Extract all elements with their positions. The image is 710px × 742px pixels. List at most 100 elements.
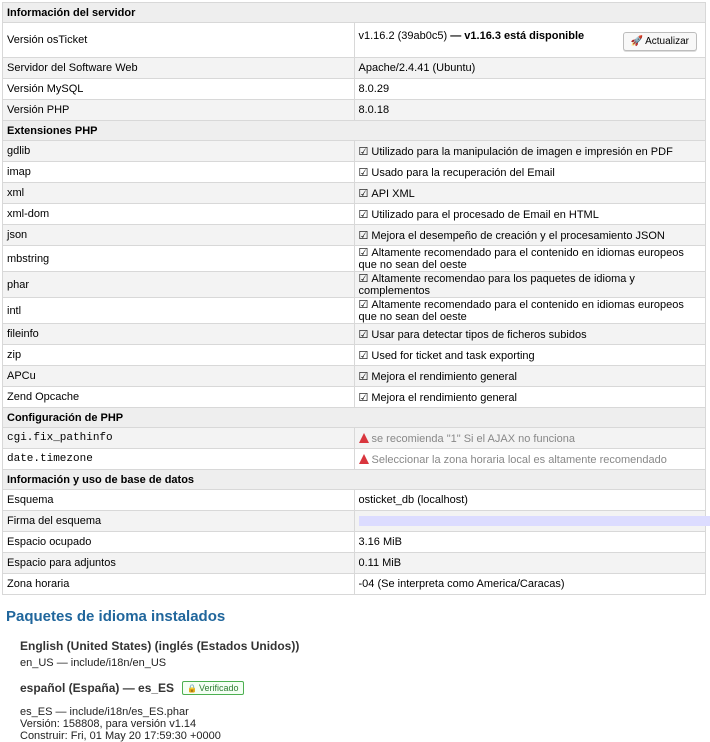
label-schema-signature: Firma del esquema <box>3 511 355 532</box>
label-timezone: Zona horaria <box>3 574 355 595</box>
section-server-heading: Información del servidor <box>3 3 706 23</box>
extension-description-text: API XML <box>371 188 414 200</box>
language-pack-en-us: English (United States) (inglés (Estados… <box>20 639 708 669</box>
checkbox-checked-icon: ☑ <box>359 145 369 158</box>
extension-row: phar☑Altamente recomendao para los paque… <box>3 272 706 298</box>
extension-description: ☑API XML <box>354 183 706 204</box>
label-mysql-version: Versión MySQL <box>3 79 355 100</box>
row-schema: Esquema osticket_db (localhost) <box>3 490 706 511</box>
extension-description: ☑Usar para detectar tipos de ficheros su… <box>354 324 706 345</box>
language-pack-build: Construir: Fri, 01 May 20 17:59:30 +0000 <box>20 730 708 742</box>
extension-name: xml <box>3 183 355 204</box>
extension-description-text: Altamente recomendado para el contenido … <box>359 247 684 271</box>
extension-description: ☑Usado para la recuperación del Email <box>354 162 706 183</box>
value-schema-signature <box>354 511 706 532</box>
extension-description-text: Utilizado para el procesado de Email en … <box>371 209 598 221</box>
extension-name: xml-dom <box>3 204 355 225</box>
extension-row: imap☑Usado para la recuperación del Emai… <box>3 162 706 183</box>
php-config-recommendation: se recomienda "1" Si el AJAX no funciona <box>354 428 706 449</box>
osticket-version-text: v1.16.2 (39ab0c5) <box>359 30 448 42</box>
extension-name: json <box>3 225 355 246</box>
extension-name: APCu <box>3 366 355 387</box>
extension-description-text: Altamente recomendado para el contenido … <box>359 299 684 323</box>
update-available-text: — v1.16.3 está disponible <box>447 30 584 42</box>
php-config-row: cgi.fix_pathinfo se recomienda "1" Si el … <box>3 428 706 449</box>
extension-description-text: Mejora el rendimiento general <box>371 371 517 383</box>
extension-description: ☑Altamente recomendado para el contenido… <box>354 246 706 272</box>
extension-name: gdlib <box>3 141 355 162</box>
label-php-version: Versión PHP <box>3 100 355 121</box>
extension-description: ☑Mejora el rendimiento general <box>354 387 706 408</box>
extension-description: ☑Utilizado para la manipulación de image… <box>354 141 706 162</box>
extension-description: ☑Altamente recomendado para el contenido… <box>354 298 706 324</box>
php-config-row: date.timezone Seleccionar la zona horaria… <box>3 449 706 470</box>
extension-name: Zend Opcache <box>3 387 355 408</box>
warning-icon <box>359 433 369 443</box>
extension-description: ☑Used for ticket and task exporting <box>354 345 706 366</box>
extension-description: ☑Utilizado para el procesado de Email en… <box>354 204 706 225</box>
extension-description-text: Altamente recomendao para los paquetes d… <box>359 273 635 297</box>
extension-row: json ☑Mejora el desempeño de creación y e… <box>3 225 706 246</box>
extension-description-text: Mejora el rendimiento general <box>371 392 517 404</box>
value-web-server: Apache/2.4.41 (Ubuntu) <box>354 58 706 79</box>
checkbox-checked-icon: ☑ <box>359 229 369 242</box>
label-osticket-version: Versión osTicket <box>3 23 355 58</box>
extension-row: mbstring☑Altamente recomendado para el c… <box>3 246 706 272</box>
label-attachments-space: Espacio para adjuntos <box>3 553 355 574</box>
value-php-version: 8.0.18 <box>354 100 706 121</box>
php-config-recommendation-text: Seleccionar la zona horaria local es alt… <box>372 454 667 466</box>
value-timezone: -04 (Se interpreta como America/Caracas) <box>354 574 706 595</box>
extension-row: fileinfo☑Usar para detectar tipos de fic… <box>3 324 706 345</box>
checkbox-checked-icon: ☑ <box>359 208 369 221</box>
checkbox-checked-icon: ☑ <box>359 246 369 259</box>
row-schema-signature: Firma del esquema <box>3 511 706 532</box>
row-space-used: Espacio ocupado 3.16 MiB <box>3 532 706 553</box>
row-timezone: Zona horaria -04 (Se interpreta como Ame… <box>3 574 706 595</box>
extension-name: phar <box>3 272 355 298</box>
value-mysql-version: 8.0.29 <box>354 79 706 100</box>
value-schema: osticket_db (localhost) <box>354 490 706 511</box>
extension-description-text: Mejora el desempeño de creación y el pro… <box>371 230 664 242</box>
language-pack-name: English (United States) (inglés (Estados… <box>20 639 708 653</box>
row-web-server: Servidor del Software Web Apache/2.4.41 … <box>3 58 706 79</box>
row-mysql-version: Versión MySQL 8.0.29 <box>3 79 706 100</box>
extension-description-text: Usado para la recuperación del Email <box>371 167 554 179</box>
checkbox-checked-icon: ☑ <box>359 328 369 341</box>
verified-badge-label: Verificado <box>199 683 239 693</box>
extension-row: Zend Opcache☑Mejora el rendimiento gener… <box>3 387 706 408</box>
php-config-name: cgi.fix_pathinfo <box>3 428 355 449</box>
language-pack-version: Versión: 158808, para versión v1.14 <box>20 718 708 730</box>
label-web-server: Servidor del Software Web <box>3 58 355 79</box>
value-osticket-version: 🚀Actualizar v1.16.2 (39ab0c5) — v1.16.3 … <box>354 23 706 58</box>
extension-description-text: Utilizado para la manipulación de imagen… <box>371 146 672 158</box>
checkbox-checked-icon: ☑ <box>359 166 369 179</box>
section-phpconfig-heading: Configuración de PHP <box>3 408 706 428</box>
extension-row: xml-dom☑Utilizado para el procesado de E… <box>3 204 706 225</box>
extension-name: zip <box>3 345 355 366</box>
warning-icon <box>359 454 369 464</box>
update-button[interactable]: 🚀Actualizar <box>623 32 697 51</box>
language-pack-es-es: español (España) — es_ES🔒Verificado es_E… <box>20 681 708 742</box>
checkbox-checked-icon: ☑ <box>359 349 369 362</box>
rocket-icon: 🚀 <box>631 36 643 47</box>
php-config-recommendation-text: se recomienda "1" Si el AJAX no funciona <box>372 433 575 445</box>
language-pack-name: español (España) — es_ES🔒Verificado <box>20 681 708 695</box>
row-attachments-space: Espacio para adjuntos 0.11 MiB <box>3 553 706 574</box>
verified-badge: 🔒Verificado <box>182 681 244 695</box>
extension-description-text: Used for ticket and task exporting <box>371 350 534 362</box>
extension-row: intl☑Altamente recomendado para el conte… <box>3 298 706 324</box>
lock-icon: 🔒 <box>187 684 197 693</box>
extension-row: zip☑Used for ticket and task exporting <box>3 345 706 366</box>
checkbox-checked-icon: ☑ <box>359 391 369 404</box>
extension-row: xml☑API XML <box>3 183 706 204</box>
php-config-name: date.timezone <box>3 449 355 470</box>
server-info-table: Información del servidor Versión osTicke… <box>2 2 706 595</box>
extension-row: gdlib☑Utilizado para la manipulación de … <box>3 141 706 162</box>
label-space-used: Espacio ocupado <box>3 532 355 553</box>
value-space-used: 3.16 MiB <box>354 532 706 553</box>
extension-name: mbstring <box>3 246 355 272</box>
checkbox-checked-icon: ☑ <box>359 370 369 383</box>
language-pack-path: es_ES — include/i18n/es_ES.phar <box>20 706 708 718</box>
update-button-label: Actualizar <box>645 36 689 47</box>
label-schema: Esquema <box>3 490 355 511</box>
